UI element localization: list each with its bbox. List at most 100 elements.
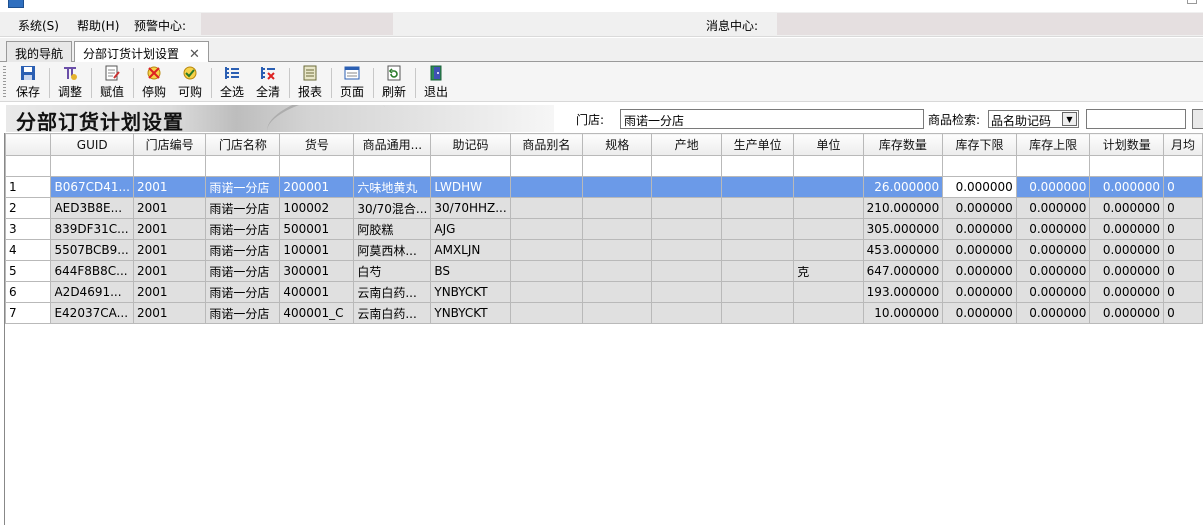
refresh-button[interactable]: 刷新 [376, 64, 412, 100]
menu-help[interactable]: 帮助(H) [77, 17, 119, 34]
table-row[interactable]: 5 644F8B8C... 2001 雨诺一分店 300001 白芍 BS 克 647.0000… [5, 260, 1203, 282]
cell-unit[interactable] [793, 281, 864, 303]
cell-spec[interactable] [582, 218, 653, 240]
cell-unit[interactable] [793, 239, 864, 261]
cell-spec[interactable] [582, 302, 653, 324]
cell-stock[interactable]: 647.000000 [862, 260, 944, 282]
cell-min[interactable]: 0.000000 [942, 218, 1017, 240]
column-header[interactable]: 单位 [793, 133, 864, 156]
cell-maker[interactable] [720, 260, 795, 282]
cell-stock[interactable]: 26.000000 [862, 176, 944, 198]
search-button[interactable] [1192, 109, 1203, 129]
page-button[interactable]: 页面 [334, 64, 370, 100]
cell-store-name[interactable]: 雨诺一分店 [205, 197, 281, 219]
cell-name[interactable]: 云南白药... [353, 281, 432, 303]
cell-store-no[interactable]: 2001 [132, 281, 207, 303]
toolbar-grip[interactable] [3, 66, 6, 98]
filter-cell[interactable] [942, 155, 1017, 177]
cell-code[interactable]: AMXLJN [430, 239, 511, 261]
cell-code[interactable]: AJG [430, 218, 511, 240]
cell-max[interactable]: 0.000000 [1015, 281, 1091, 303]
cell-alias[interactable] [509, 260, 584, 282]
report-button[interactable]: 报表 [292, 64, 328, 100]
filter-cell[interactable] [430, 155, 511, 177]
cell-item-no[interactable]: 100002 [279, 197, 355, 219]
tab-my-navigation[interactable]: 我的导航 [6, 41, 73, 62]
cell-min[interactable]: 0.000000 [942, 239, 1017, 261]
cell-origin[interactable] [651, 281, 722, 303]
grid-filter-row[interactable] [5, 155, 1203, 177]
column-header[interactable]: 商品别名 [509, 133, 584, 156]
cell-plan[interactable]: 0.000000 [1089, 197, 1165, 219]
cell-origin[interactable] [651, 176, 722, 198]
cell-plan[interactable]: 0.000000 [1089, 218, 1165, 240]
column-header[interactable]: 库存数量 [862, 133, 944, 156]
cell-store-no[interactable]: 2001 [132, 239, 207, 261]
cell-store-name[interactable]: 雨诺一分店 [205, 176, 281, 198]
filter-cell[interactable] [132, 155, 207, 177]
product-search-input[interactable] [1086, 109, 1186, 129]
cell-plan[interactable]: 0.000000 [1089, 176, 1165, 198]
cell-avg[interactable]: 0 [1163, 281, 1203, 303]
cell-guid[interactable]: E42037CA... [50, 302, 134, 324]
cell-name[interactable]: 阿莫西林... [353, 239, 432, 261]
adjust-button[interactable]: 调整 [52, 64, 88, 100]
table-row[interactable]: 7 E42037CA... 2001 雨诺一分店 400001_C 云南白药... YNBY… [5, 302, 1203, 324]
table-row[interactable]: 4 5507BCB9... 2001 雨诺一分店 100001 阿莫西林... AMXLJN… [5, 239, 1203, 261]
cell-plan[interactable]: 0.000000 [1089, 281, 1165, 303]
close-icon[interactable]: ✕ [189, 47, 200, 62]
cell-spec[interactable] [582, 239, 653, 261]
cell-spec[interactable] [582, 197, 653, 219]
cell-maker[interactable] [720, 281, 795, 303]
cell-store-no[interactable]: 2001 [132, 302, 207, 324]
cell-guid[interactable]: 839DF31C... [50, 218, 134, 240]
cell-name[interactable]: 阿胶糕 [353, 218, 432, 240]
cell-store-name[interactable]: 雨诺一分店 [205, 239, 281, 261]
store-input[interactable]: 雨诺一分店 [620, 109, 924, 129]
filter-cell[interactable] [205, 155, 281, 177]
column-header[interactable]: 货号 [279, 133, 355, 156]
filter-cell[interactable] [651, 155, 722, 177]
cell-max[interactable]: 0.000000 [1015, 302, 1091, 324]
table-row[interactable]: 1 B067CD41... 2001 雨诺一分店 200001 六味地黄丸 LWDHW 26.… [5, 176, 1203, 198]
cell-guid[interactable]: 5507BCB9... [50, 239, 134, 261]
chevron-down-icon[interactable]: ▼ [1062, 112, 1077, 126]
cell-stock[interactable]: 305.000000 [862, 218, 944, 240]
cell-unit[interactable] [793, 302, 864, 324]
filter-cell[interactable] [862, 155, 944, 177]
column-header[interactable]: 门店名称 [205, 133, 281, 156]
column-header[interactable]: 商品通用... [353, 133, 432, 156]
cell-store-name[interactable]: 雨诺一分店 [205, 218, 281, 240]
cell-stock[interactable]: 453.000000 [862, 239, 944, 261]
cell-avg[interactable]: 0 [1163, 176, 1203, 198]
row-number-cell[interactable]: 1 [5, 176, 52, 198]
cell-stock[interactable]: 210.000000 [862, 197, 944, 219]
cell-store-no[interactable]: 2001 [132, 260, 207, 282]
column-header[interactable]: 月均 [1163, 133, 1203, 156]
filter-cell[interactable] [279, 155, 355, 177]
cell-origin[interactable] [651, 218, 722, 240]
table-row[interactable]: 6 A2D4691... 2001 雨诺一分店 400001 云南白药... YNBYCKT… [5, 281, 1203, 303]
column-header[interactable]: 计划数量 [1089, 133, 1165, 156]
row-number-cell[interactable]: 6 [5, 281, 52, 303]
column-header[interactable]: 门店编号 [132, 133, 207, 156]
cell-name[interactable]: 白芍 [353, 260, 432, 282]
exit-button[interactable]: 退出 [418, 64, 454, 100]
cell-avg[interactable]: 0 [1163, 218, 1203, 240]
row-number-cell[interactable]: 4 [5, 239, 52, 261]
column-header[interactable]: 库存下限 [942, 133, 1017, 156]
cell-plan[interactable]: 0.000000 [1089, 260, 1165, 282]
cell-max[interactable]: 0.000000 [1015, 197, 1091, 219]
cell-name[interactable]: 云南白药... [353, 302, 432, 324]
cell-name[interactable]: 30/70混合... [353, 197, 432, 219]
cell-avg[interactable]: 0 [1163, 260, 1203, 282]
cell-alias[interactable] [509, 239, 584, 261]
search-mode-select[interactable]: 品名助记码 ▼ [988, 110, 1079, 128]
cell-maker[interactable] [720, 239, 795, 261]
cell-avg[interactable]: 0 [1163, 302, 1203, 324]
cell-unit[interactable] [793, 218, 864, 240]
cell-stock[interactable]: 10.000000 [862, 302, 944, 324]
cell-min[interactable]: 0.000000 [942, 260, 1017, 282]
row-number-cell[interactable]: 7 [5, 302, 52, 324]
cell-unit[interactable] [793, 197, 864, 219]
